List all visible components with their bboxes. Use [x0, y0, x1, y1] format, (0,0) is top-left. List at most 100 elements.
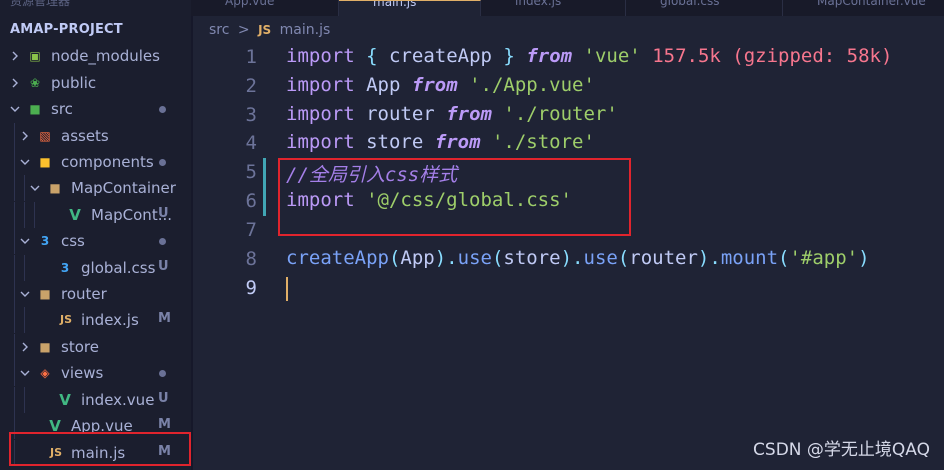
indent-guide [14, 307, 15, 333]
highlight-box-css-import [278, 158, 631, 236]
git-status-badge: M [158, 311, 171, 326]
code-line[interactable]: 4 import store from './store' [191, 129, 944, 158]
css-folder-icon: 3 [40, 234, 50, 248]
folder-open-icon: ■ [39, 287, 51, 301]
line-number: 8 [245, 248, 257, 270]
explorer-title: 资源管理器 [10, 0, 71, 8]
tree-item-label: node_modules [51, 47, 160, 65]
line-content[interactable]: import router from './router' [286, 103, 618, 125]
breadcrumb-file[interactable]: main.js [280, 22, 331, 38]
tree-item-label: assets [61, 127, 109, 145]
code-line[interactable]: 1 import { createApp } from 'vue' 157.5k… [191, 43, 944, 72]
project-root[interactable]: AMAP-PROJECT [10, 22, 123, 37]
watermark: CSDN @学无止境QAQ [753, 440, 930, 460]
indent-guide [14, 334, 15, 360]
tree-item[interactable]: ▣ node_modules [0, 43, 191, 69]
modified-dot [159, 106, 166, 113]
line-number: 5 [245, 161, 257, 183]
line-content[interactable]: createApp(App).use(store).use(router).mo… [286, 247, 870, 269]
line-content[interactable]: import store from './store' [286, 131, 595, 153]
views-folder-icon: ◈ [40, 366, 50, 380]
tree-item-label: components [61, 153, 154, 171]
tree-item-label: global.css [81, 259, 156, 277]
tree-item[interactable]: ■ router [0, 281, 191, 307]
tab-label: MapContainer.vue [817, 0, 926, 8]
chevron-right-icon[interactable] [9, 75, 21, 91]
indent-guide [34, 202, 35, 228]
git-status-badge: U [158, 206, 169, 221]
line-content[interactable]: import { createApp } from 'vue' 157.5k (… [286, 45, 892, 67]
modified-dot [159, 370, 166, 377]
chevron-right-icon[interactable] [19, 339, 31, 355]
chevron-down-icon[interactable] [19, 365, 31, 381]
line-number: 9 [245, 277, 257, 299]
explorer-header: 资源管理器 [0, 0, 191, 16]
tree-item[interactable]: ■ src [0, 96, 191, 122]
indent-guide [14, 228, 15, 254]
indent-guide [24, 307, 25, 333]
breadcrumb-folder[interactable]: src [209, 22, 229, 38]
line-number: 6 [245, 190, 257, 212]
editor-tab[interactable]: App.vue [191, 0, 339, 16]
breadcrumb-separator: > [237, 22, 250, 38]
chevron-down-icon[interactable] [19, 154, 31, 170]
editor-tab[interactable]: index.js [481, 0, 626, 16]
line-number: 3 [245, 104, 257, 126]
tree-item-label: MapContainer [71, 179, 176, 197]
tree-item[interactable]: ◈ views [0, 360, 191, 386]
indent-guide [24, 255, 25, 281]
editor-tab[interactable]: global.css [626, 0, 783, 16]
tree-item[interactable]: ▧ assets [0, 123, 191, 149]
modified-dot [159, 238, 166, 245]
modified-dot [159, 159, 166, 166]
indent-guide [14, 202, 15, 228]
tree-item-label: router [61, 285, 107, 303]
indent-guide [14, 255, 15, 281]
git-status-badge: U [158, 391, 169, 406]
text-cursor [286, 277, 288, 301]
tree-item[interactable]: 3 css [0, 228, 191, 254]
js-file-icon: JS [258, 23, 272, 37]
tree-item[interactable]: V MapCont... U [0, 202, 191, 228]
tree-item-label: css [61, 232, 85, 250]
line-number: 1 [245, 46, 257, 68]
code-line[interactable]: 3 import router from './router' [191, 101, 944, 130]
chevron-down-icon[interactable] [9, 101, 21, 117]
tree-item[interactable]: ❀ public [0, 70, 191, 96]
tree-item[interactable]: Vindex.vue U [0, 387, 191, 413]
highlight-box-main-js [9, 432, 191, 466]
vue-file-icon: V [59, 391, 71, 409]
code-line[interactable]: 9 [191, 274, 944, 303]
tab-label: App.vue [225, 0, 275, 8]
code-line[interactable]: 2 import App from './App.vue' [191, 72, 944, 101]
vue-file-icon: V [69, 206, 81, 224]
tree-item[interactable]: ■ store [0, 334, 191, 360]
js-file-icon: JS [59, 313, 72, 326]
chevron-right-icon[interactable] [9, 48, 21, 64]
indent-guide [14, 175, 15, 201]
folder-open-icon: ■ [49, 181, 61, 195]
line-content[interactable]: import App from './App.vue' [286, 74, 595, 96]
indent-guide [24, 175, 25, 201]
chevron-down-icon[interactable] [29, 180, 41, 196]
tree-item[interactable]: ■ components [0, 149, 191, 175]
tree-item[interactable]: JS index.js M [0, 307, 191, 333]
tree-item[interactable]: 3 global.css U [0, 255, 191, 281]
editor-tab[interactable]: MapContainer.vue [783, 0, 944, 16]
editor-tab[interactable]: main.js [339, 0, 481, 16]
chevron-down-icon[interactable] [19, 286, 31, 302]
editor-area: App.vue main.js index.js global.css MapConta… [191, 0, 944, 470]
line-number: 2 [245, 75, 257, 97]
tab-label: main.js [373, 0, 417, 9]
code-line[interactable]: 8 createApp(App).use(store).use(router).… [191, 245, 944, 274]
indent-guide [14, 281, 15, 307]
import-size-hint: 157.5k (gzipped: 58k) [652, 45, 893, 67]
tree-item-label: src [51, 100, 73, 118]
folder-icon: ■ [39, 340, 51, 354]
chevron-right-icon[interactable] [19, 128, 31, 144]
css-file-icon: 3 [60, 261, 70, 275]
tree-item-label: store [61, 338, 99, 356]
chevron-down-icon[interactable] [19, 233, 31, 249]
tree-item[interactable]: ■ MapContainer [0, 175, 191, 201]
tree-item-label: views [61, 364, 104, 382]
